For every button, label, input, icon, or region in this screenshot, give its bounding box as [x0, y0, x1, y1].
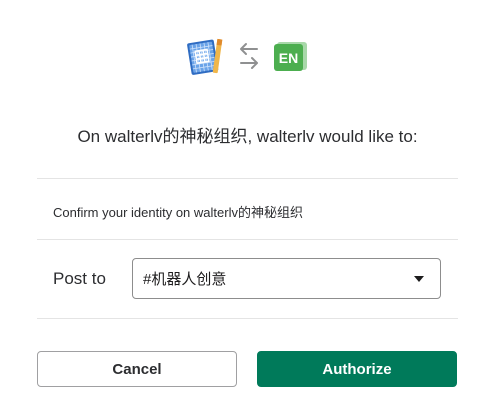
blueprint-app-icon — [186, 38, 222, 75]
authorize-button[interactable]: Authorize — [257, 351, 457, 387]
divider — [37, 178, 458, 179]
permission-item: Confirm your identity on walterlv的神秘组织 — [53, 205, 303, 220]
channel-select-value: #机器人创意 — [143, 271, 227, 288]
divider — [37, 318, 458, 319]
channel-select[interactable]: #机器人创意 — [132, 258, 441, 299]
page-title: On walterlv的神秘组织, walterlv would like to… — [77, 127, 418, 146]
en-app-icon: EN — [273, 42, 307, 71]
divider — [37, 239, 458, 240]
en-icon-text: EN — [278, 50, 297, 66]
swap-arrows-icon — [239, 43, 258, 69]
caret-down-icon — [414, 275, 424, 282]
app-icons-row: EN — [0, 34, 495, 78]
oauth-dialog: EN On walterlv的神秘组织, walterlv would like… — [0, 0, 495, 414]
cancel-button[interactable]: Cancel — [37, 351, 237, 387]
post-to-label: Post to — [53, 269, 106, 288]
